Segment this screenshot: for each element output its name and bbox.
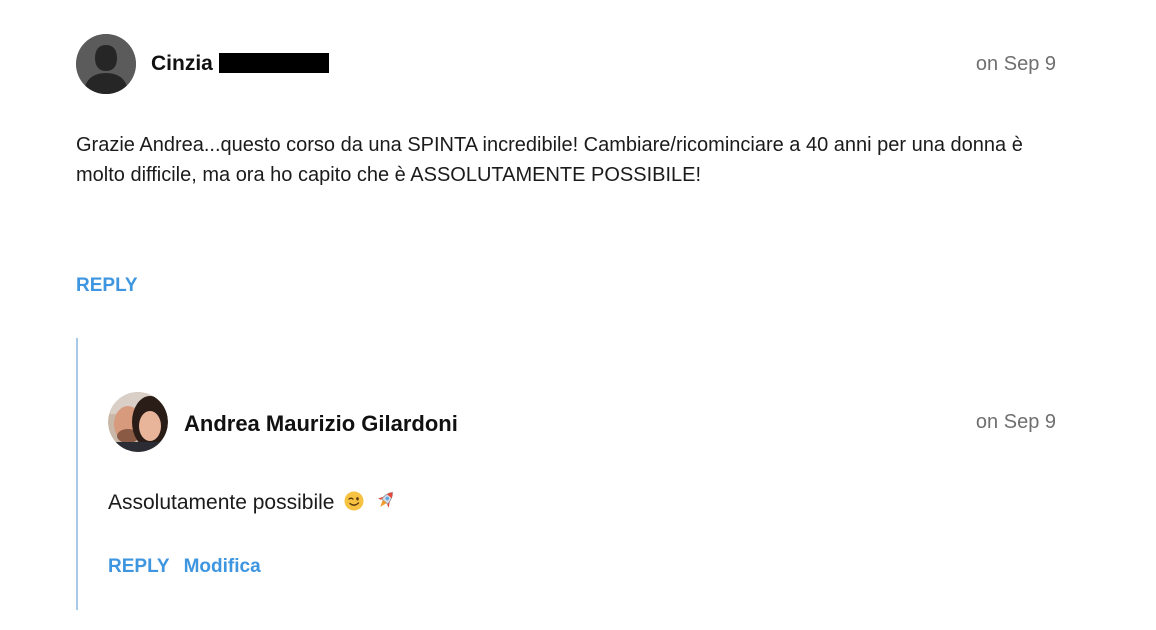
comment-text-container: Assolutamente possibile	[108, 488, 398, 520]
comment-date: on Sep 9	[975, 411, 1056, 433]
comment-cinzia: Cinzia on Sep 9 Grazie Andrea...questo c…	[76, 34, 1056, 296]
comment-date: on Sep 9	[975, 53, 1056, 75]
comment-text: Assolutamente possibile	[108, 491, 335, 514]
author-name-text[interactable]: Cinzia	[151, 52, 213, 75]
comment-header: Cinzia on Sep 9	[76, 34, 1056, 94]
comment-andrea-reply: Andrea Maurizio Gilardoni on Sep 9 Assol…	[108, 392, 1056, 577]
rocket-emoji	[374, 489, 398, 520]
reply-actions: REPLY Modifica	[108, 556, 261, 578]
author-name[interactable]: Cinzia	[151, 52, 329, 76]
reply-button[interactable]: REPLY	[76, 275, 138, 296]
author-name[interactable]: Andrea Maurizio Gilardoni	[184, 411, 458, 437]
thread-line	[76, 338, 78, 610]
default-user-avatar-icon[interactable]	[76, 34, 136, 94]
comment-text: Grazie Andrea...questo corso da una SPIN…	[76, 134, 1023, 186]
reply-button[interactable]: REPLY	[108, 556, 170, 577]
winking-face-emoji	[344, 490, 364, 520]
edit-button[interactable]: Modifica	[184, 556, 261, 577]
user-photo-avatar[interactable]	[108, 392, 168, 452]
redaction-bar	[218, 53, 329, 73]
comment-header: Andrea Maurizio Gilardoni on Sep 9	[108, 392, 1056, 452]
